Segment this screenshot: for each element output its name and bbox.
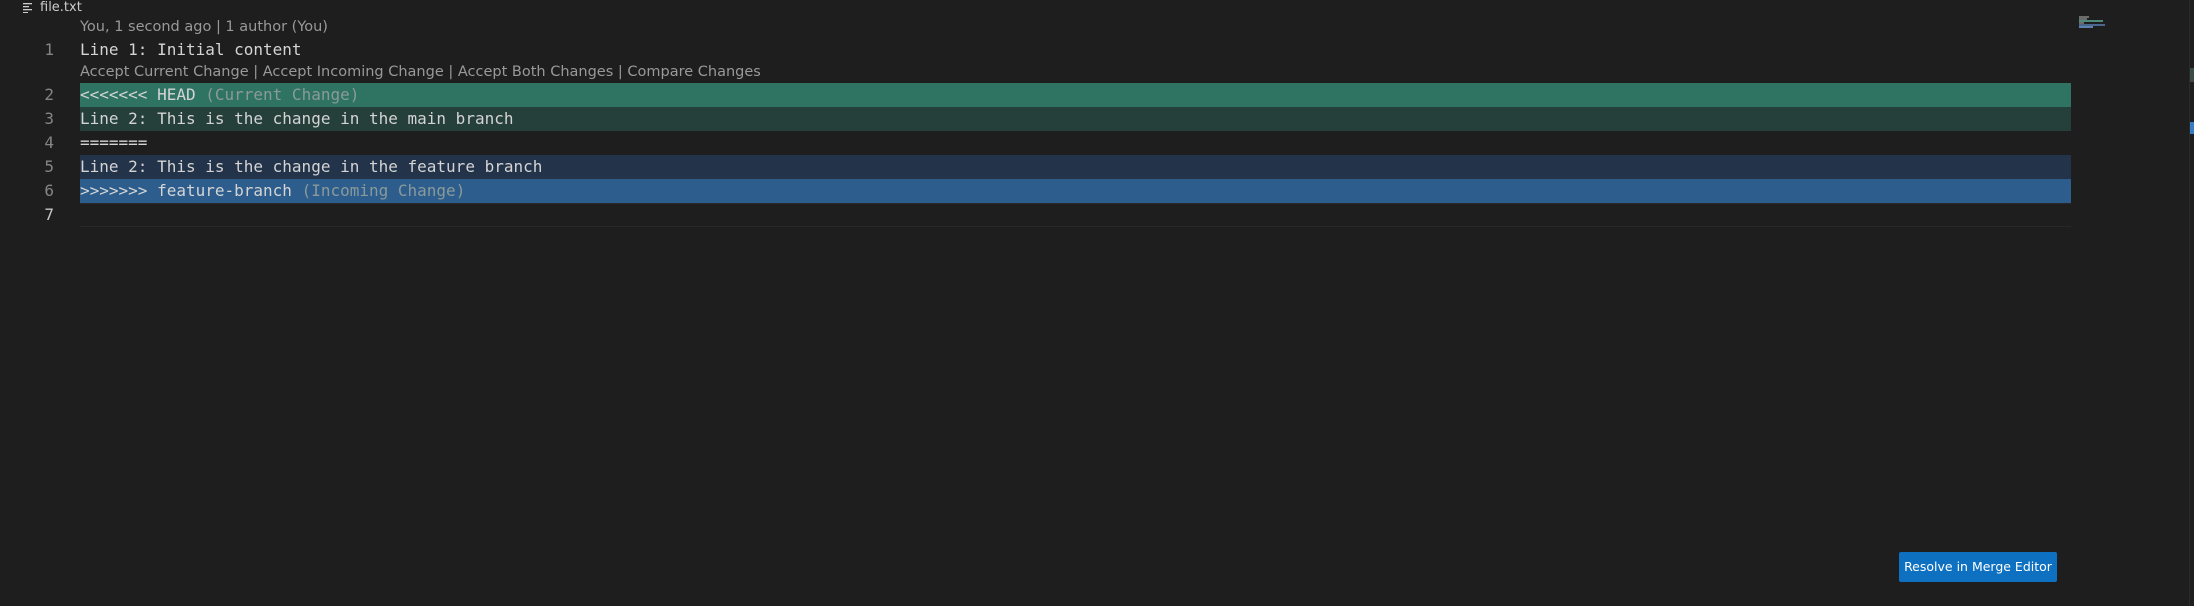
resolve-in-merge-editor-button[interactable]: Resolve in Merge Editor [1899, 552, 2057, 582]
minimap-line [2079, 26, 2093, 28]
separator: | [617, 64, 623, 80]
editor-window: file.txt You, 1 second ago | 1 author (Y… [0, 0, 2194, 606]
code-line-text: Line 2: This is the change in the main b… [80, 109, 514, 128]
conflict-separator-line[interactable]: ======= [80, 131, 2071, 155]
code-line-text: Line 1: Initial content [80, 40, 302, 59]
incoming-change-annotation: (Incoming Change) [301, 181, 466, 200]
line-number: 2 [44, 85, 54, 104]
git-blame-codelens[interactable]: You, 1 second ago | 1 author (You) [80, 19, 328, 35]
overview-ruler[interactable] [2189, 0, 2194, 606]
code-line-text: ======= [80, 133, 148, 152]
compare-changes-link[interactable]: Compare Changes [627, 64, 760, 80]
code-line[interactable]: Line 1: Initial content [80, 38, 2071, 62]
breadcrumb[interactable]: file.txt [22, 0, 82, 15]
accept-incoming-change-link[interactable]: Accept Incoming Change [263, 64, 444, 80]
code-line-text: <<<<<<< HEAD [80, 85, 196, 104]
minimap[interactable] [2079, 16, 2129, 30]
line-number: 7 [44, 205, 54, 224]
code-line-text: Line 2: This is the change in the featur… [80, 157, 543, 176]
accept-both-changes-link[interactable]: Accept Both Changes [458, 64, 613, 80]
line-number: 1 [44, 40, 54, 59]
incoming-change-marker-line[interactable]: >>>>>>> feature-branch (Incoming Change) [80, 179, 2071, 203]
separator: | [253, 64, 259, 80]
line-number: 5 [44, 157, 54, 176]
ruler-change-mark [2190, 122, 2194, 134]
line-number: 3 [44, 109, 54, 128]
ruler-change-mark [2190, 68, 2194, 82]
file-lines-icon [22, 1, 34, 13]
current-change-annotation: (Current Change) [205, 85, 360, 104]
code-line-text: >>>>>>> feature-branch [80, 181, 292, 200]
separator: | [448, 64, 454, 80]
current-cursor-line[interactable] [80, 203, 2071, 227]
line-number: 6 [44, 181, 54, 200]
current-change-marker-line[interactable]: <<<<<<< HEAD (Current Change) [80, 83, 2071, 107]
accept-current-change-link[interactable]: Accept Current Change [80, 64, 249, 80]
merge-conflict-actions: Accept Current Change | Accept Incoming … [80, 64, 761, 80]
breadcrumb-file-name[interactable]: file.txt [40, 0, 82, 15]
line-number: 4 [44, 133, 54, 152]
current-change-line[interactable]: Line 2: This is the change in the main b… [80, 107, 2071, 131]
incoming-change-line[interactable]: Line 2: This is the change in the featur… [80, 155, 2071, 179]
